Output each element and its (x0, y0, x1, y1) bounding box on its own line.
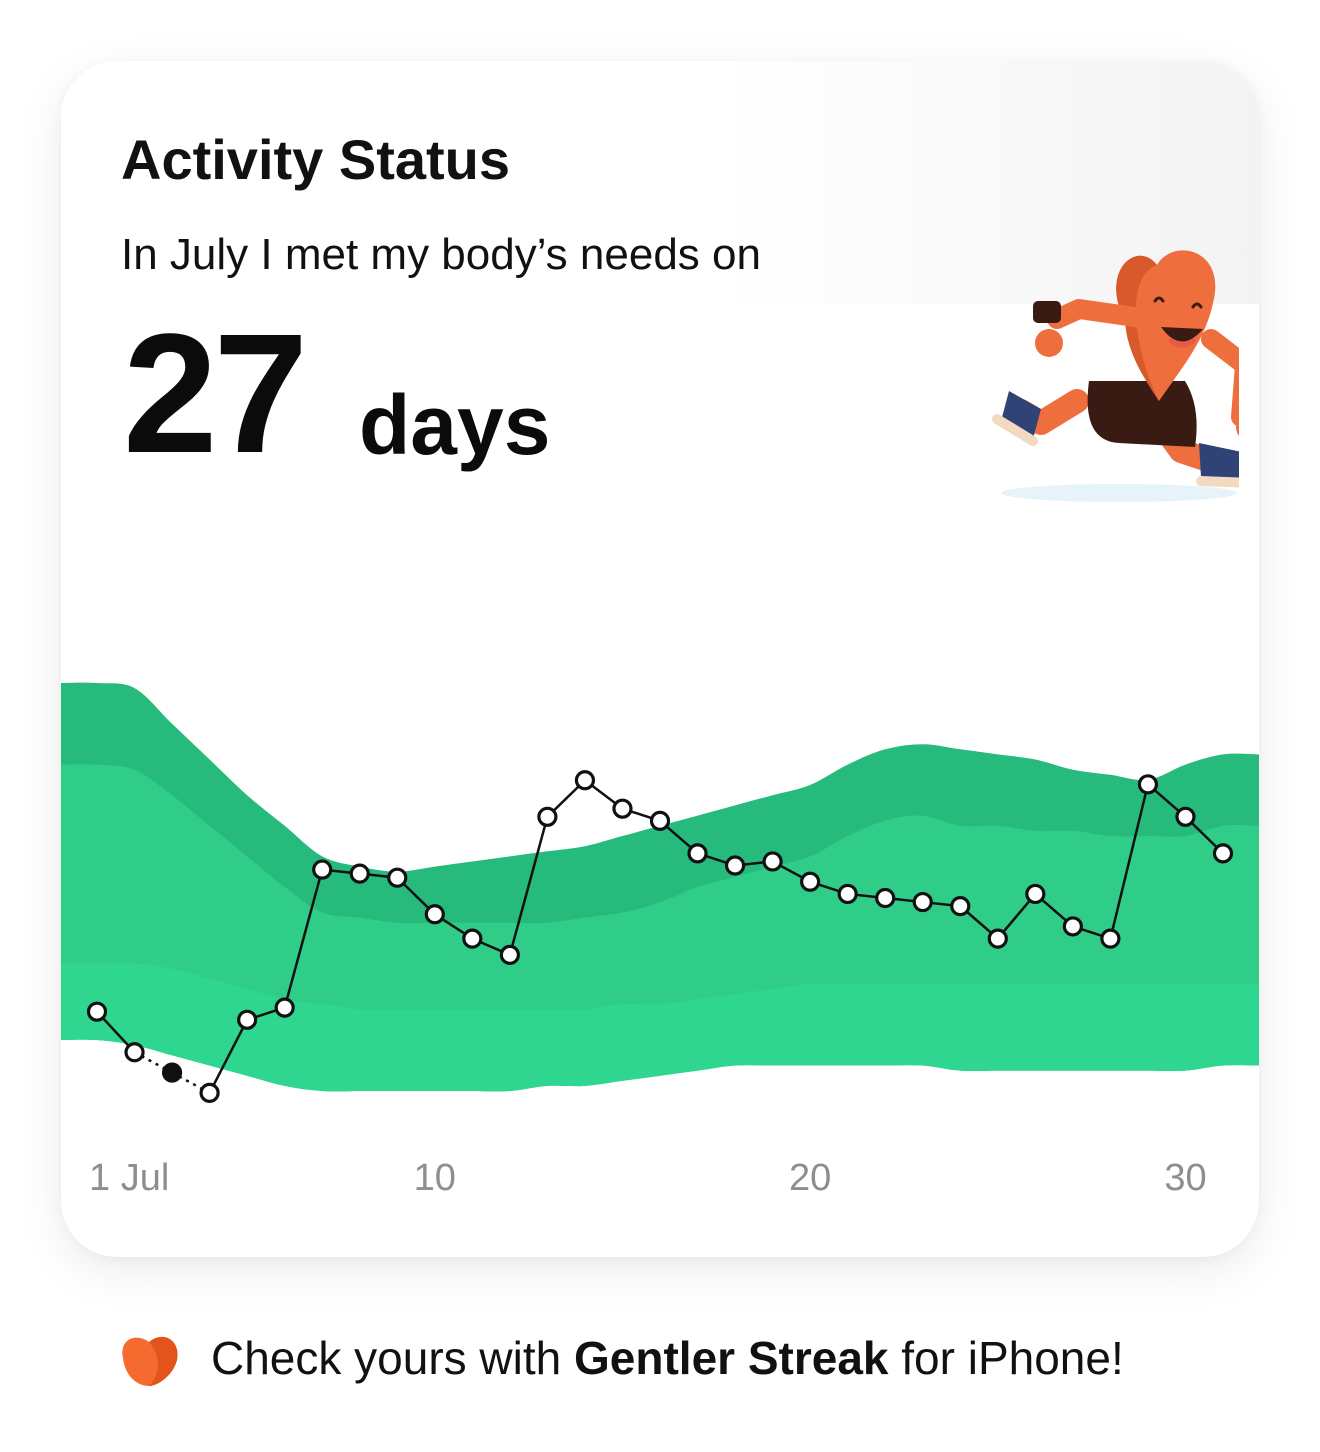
footer-text-before: Check yours with (211, 1332, 575, 1384)
data-point[interactable] (1062, 916, 1083, 937)
data-point[interactable] (1137, 774, 1159, 795)
data-point[interactable] (1025, 883, 1046, 905)
footer-brand: Gentler Streak (574, 1332, 889, 1384)
footer-text: Check yours with Gentler Streak for iPho… (211, 1331, 1124, 1385)
activity-chart: 1 Jul 10 20 30 (61, 682, 1259, 1199)
data-point[interactable] (950, 896, 971, 917)
data-point[interactable] (800, 871, 821, 892)
data-point[interactable] (875, 887, 896, 909)
data-point[interactable] (349, 863, 370, 884)
x-tick-label: 30 (1164, 1157, 1206, 1199)
data-point[interactable] (1175, 806, 1196, 827)
data-point[interactable] (1212, 843, 1234, 864)
data-point[interactable] (987, 928, 1008, 949)
data-point[interactable] (762, 851, 783, 872)
data-point[interactable] (161, 1062, 183, 1083)
data-point[interactable] (499, 944, 520, 965)
data-point[interactable] (462, 928, 483, 949)
data-point[interactable] (387, 867, 408, 888)
data-point[interactable] (86, 1001, 108, 1022)
data-point[interactable] (912, 891, 933, 913)
data-point[interactable] (312, 859, 333, 880)
data-point[interactable] (574, 770, 596, 791)
x-tick-label: 20 (789, 1157, 831, 1199)
gentler-streak-logo-icon (122, 1336, 178, 1386)
data-point[interactable] (687, 843, 708, 864)
x-axis-ticks: 1 Jul 10 20 30 (89, 1157, 1207, 1199)
data-point[interactable] (1100, 928, 1121, 949)
data-point[interactable] (612, 798, 633, 819)
activity-status-card: Activity Status In July I met my body’s … (61, 61, 1259, 1257)
data-point[interactable] (124, 1042, 145, 1063)
data-point[interactable] (649, 810, 671, 831)
data-point[interactable] (837, 883, 858, 905)
x-tick-label: 10 (414, 1157, 456, 1199)
footer-text-after: for iPhone! (888, 1332, 1124, 1384)
data-point[interactable] (724, 855, 746, 876)
data-point[interactable] (537, 806, 558, 827)
data-point[interactable] (199, 1082, 220, 1103)
data-point[interactable] (237, 1009, 258, 1030)
x-tick-label: 1 Jul (89, 1157, 169, 1199)
data-point[interactable] (274, 997, 295, 1018)
data-point[interactable] (424, 904, 445, 925)
footer-promo[interactable]: Check yours with Gentler Streak for iPho… (115, 1326, 1124, 1390)
